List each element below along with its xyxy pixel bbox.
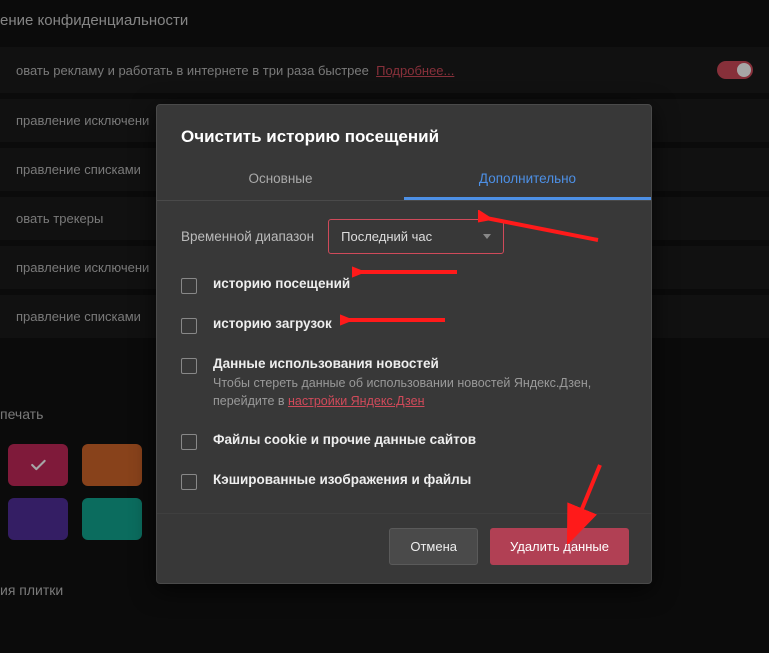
checkbox[interactable] bbox=[181, 278, 197, 294]
zen-settings-link[interactable]: настройки Яндекс.Дзен bbox=[288, 394, 424, 408]
option-browsing-history[interactable]: историю посещений bbox=[181, 276, 627, 294]
dialog-tabs: Основные Дополнительно bbox=[157, 161, 651, 201]
option-news-usage[interactable]: Данные использования новостей Чтобы стер… bbox=[181, 356, 627, 410]
option-label: Данные использования новостей bbox=[213, 356, 627, 371]
option-cached-images[interactable]: Кэшированные изображения и файлы bbox=[181, 472, 627, 490]
option-label: Файлы cookie и прочие данные сайтов bbox=[213, 432, 627, 447]
time-range-label: Временной диапазон bbox=[181, 229, 314, 244]
option-label: Кэшированные изображения и файлы bbox=[213, 472, 627, 487]
checkbox[interactable] bbox=[181, 318, 197, 334]
clear-history-dialog: Очистить историю посещений Основные Допо… bbox=[156, 104, 652, 584]
dialog-body: Временной диапазон Последний час историю… bbox=[157, 201, 651, 513]
option-label: историю загрузок bbox=[213, 316, 627, 331]
option-label: историю посещений bbox=[213, 276, 627, 291]
checkbox[interactable] bbox=[181, 474, 197, 490]
time-range-value: Последний час bbox=[341, 229, 432, 244]
chevron-down-icon bbox=[483, 234, 491, 239]
option-cookies[interactable]: Файлы cookie и прочие данные сайтов bbox=[181, 432, 627, 450]
checkbox[interactable] bbox=[181, 358, 197, 374]
tab-advanced[interactable]: Дополнительно bbox=[404, 161, 651, 200]
checkbox[interactable] bbox=[181, 434, 197, 450]
dialog-footer: Отмена Удалить данные bbox=[157, 513, 651, 583]
delete-data-button[interactable]: Удалить данные bbox=[490, 528, 629, 565]
time-range-row: Временной диапазон Последний час bbox=[181, 219, 627, 254]
option-download-history[interactable]: историю загрузок bbox=[181, 316, 627, 334]
option-description: Чтобы стереть данные об использовании но… bbox=[213, 375, 627, 410]
cancel-button[interactable]: Отмена bbox=[389, 528, 478, 565]
dialog-title: Очистить историю посещений bbox=[157, 105, 651, 161]
time-range-dropdown[interactable]: Последний час bbox=[328, 219, 504, 254]
tab-basic[interactable]: Основные bbox=[157, 161, 404, 200]
